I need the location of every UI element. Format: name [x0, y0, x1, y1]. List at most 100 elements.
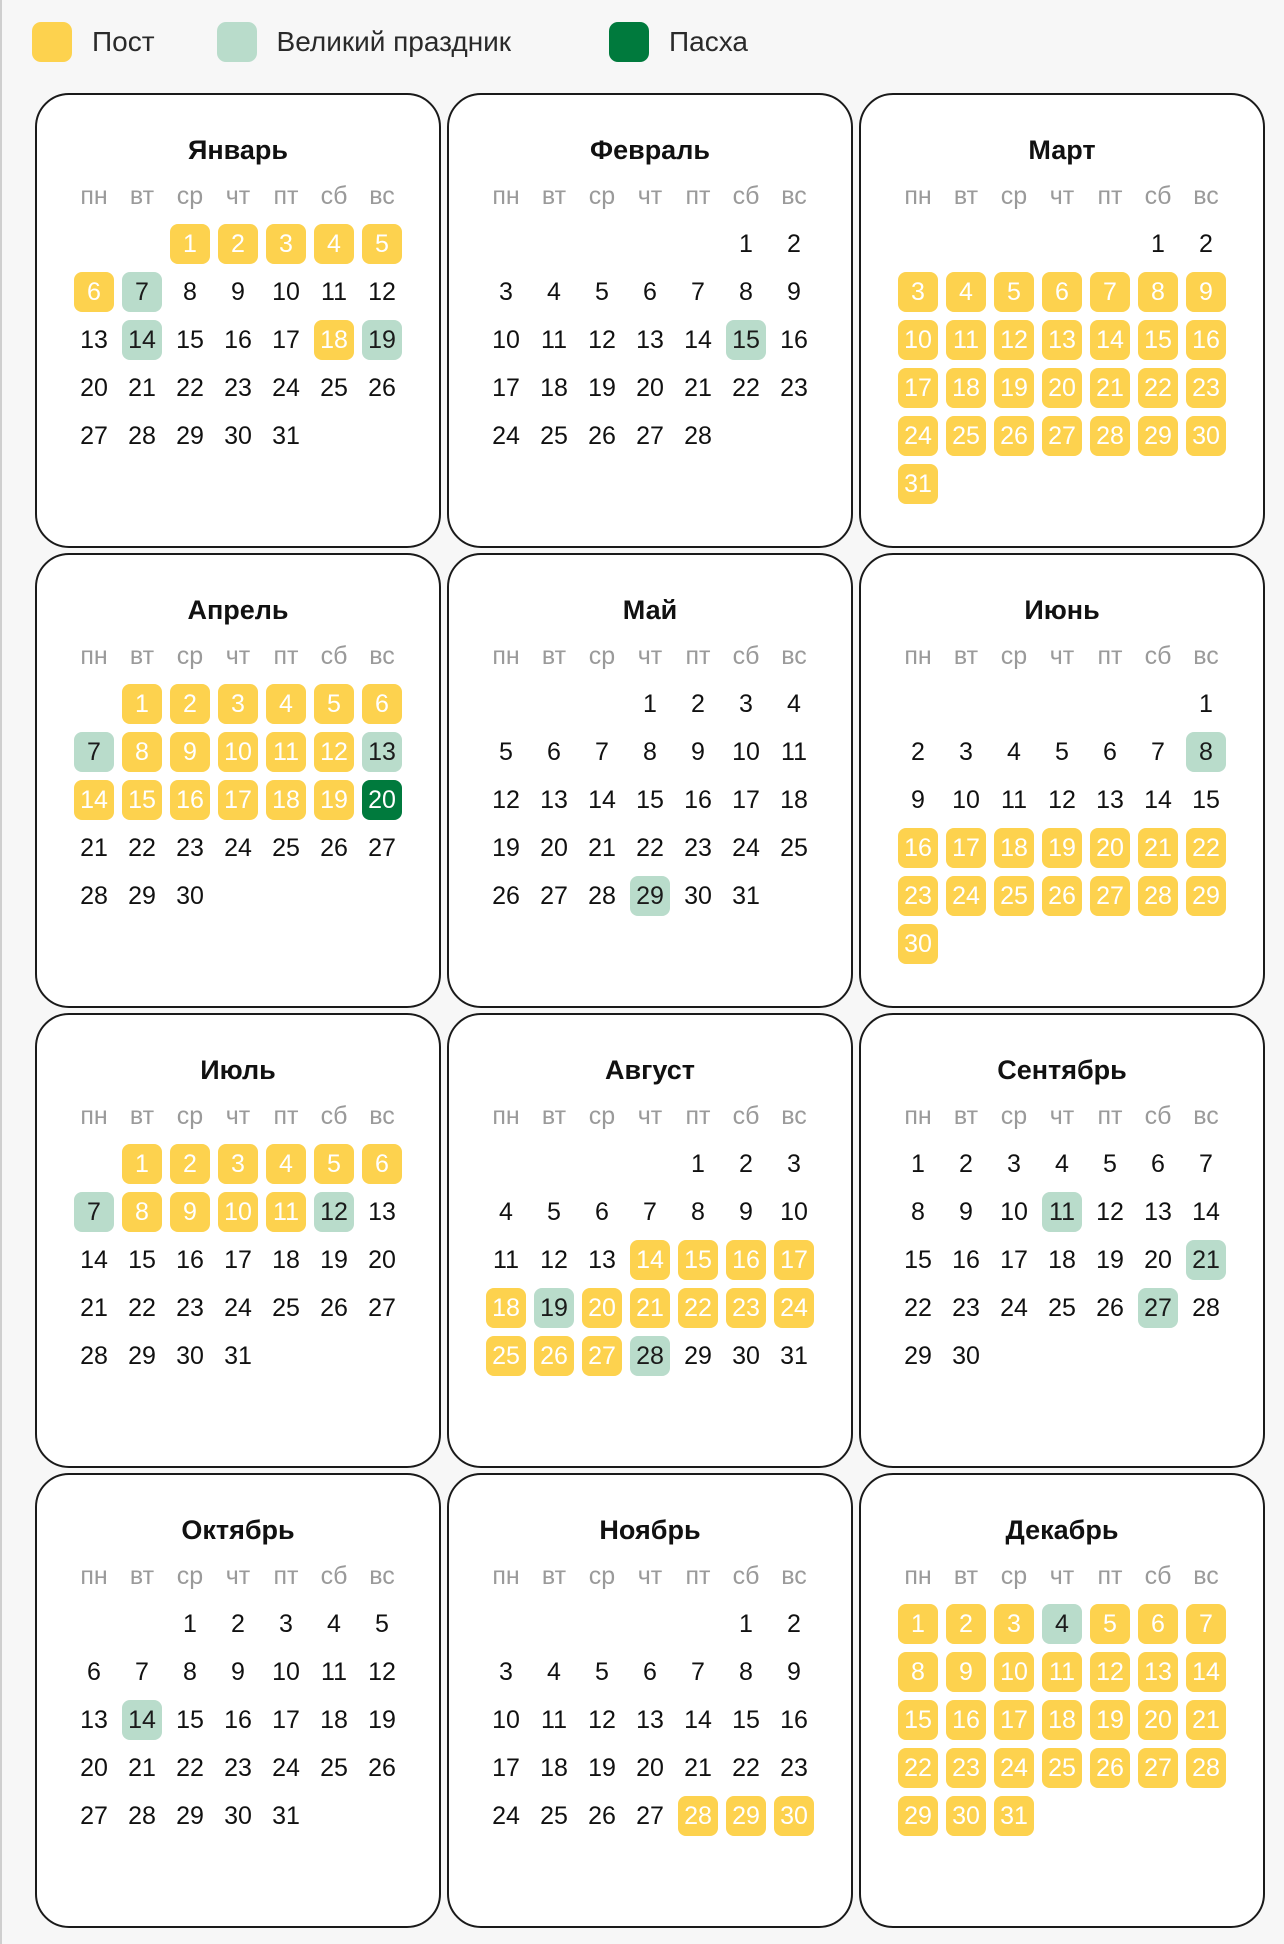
legend-label-feast: Великий праздник: [276, 26, 512, 57]
day: 23: [952, 1294, 980, 1322]
weekday-label: вт: [953, 642, 979, 670]
empty-cell: [582, 684, 622, 724]
empty-cell: [1138, 684, 1178, 724]
day: 27: [636, 1802, 664, 1830]
weekday-label: пт: [273, 642, 299, 670]
day: 1: [739, 230, 753, 258]
fast-day: 1: [170, 224, 210, 264]
fast-day: 2: [170, 1144, 210, 1184]
day: 16: [780, 326, 808, 354]
day: 6: [1103, 738, 1117, 766]
weekday-label: вт: [541, 1562, 567, 1590]
day: 4: [547, 1658, 561, 1686]
day: 19: [1096, 1246, 1124, 1274]
day: 20: [368, 1246, 396, 1274]
weekday-label: ср: [176, 642, 204, 670]
easter-day: 20: [362, 780, 402, 820]
empty-cell: [486, 1604, 526, 1644]
weekday-label: пт: [273, 182, 299, 210]
weekday-label: вт: [129, 182, 155, 210]
fast-day: 11: [266, 732, 306, 772]
day: 3: [279, 1610, 293, 1638]
weekday-label: вс: [369, 1562, 395, 1590]
day: 9: [911, 786, 925, 814]
day: 13: [80, 326, 108, 354]
fast-day: 14: [74, 780, 114, 820]
day: 2: [231, 1610, 245, 1638]
day: 20: [636, 374, 664, 402]
day: 3: [787, 1150, 801, 1178]
day: 12: [1096, 1198, 1124, 1226]
day: 11: [541, 1706, 567, 1734]
fast-day: 28: [1186, 1748, 1226, 1788]
empty-cell: [74, 1144, 114, 1184]
day: 23: [224, 1754, 252, 1782]
day: 23: [780, 1754, 808, 1782]
fast-day: 29: [1138, 416, 1178, 456]
fast-day: 27: [582, 1336, 622, 1376]
day: 2: [787, 230, 801, 258]
fast-day: 25: [946, 416, 986, 456]
day: 7: [643, 1198, 657, 1226]
legend-label-easter: Пасха: [669, 26, 749, 57]
fast-day: 26: [994, 416, 1034, 456]
weekday-label: пт: [685, 1102, 711, 1130]
weekday-label: чт: [225, 1102, 251, 1130]
weekday-label: вс: [1193, 1562, 1219, 1590]
day: 9: [231, 278, 245, 306]
fast-day: 5: [1090, 1604, 1130, 1644]
month-card: Август пн вт ср чт пт сб вс 1 2 3 4 5 6 7 8 9 10 11 12 13 14 1…: [447, 1013, 853, 1468]
weekday-label: сб: [320, 1562, 348, 1590]
fast-day: 5: [362, 224, 402, 264]
empty-cell: [994, 224, 1034, 264]
month-title: Ноябрь: [599, 1515, 701, 1545]
day: 15: [176, 1706, 204, 1734]
day: 8: [643, 738, 657, 766]
day: 24: [224, 834, 252, 862]
fast-day: 21: [1186, 1700, 1226, 1740]
day: 6: [595, 1198, 609, 1226]
day: 24: [1000, 1294, 1028, 1322]
fast-day: 16: [898, 828, 938, 868]
weekday-label: ср: [588, 1562, 616, 1590]
day: 7: [135, 1658, 149, 1686]
fast-day: 5: [314, 1144, 354, 1184]
weekday-label: пн: [80, 182, 108, 210]
weekday-label: ср: [1000, 1562, 1028, 1590]
month-title: Июль: [200, 1055, 276, 1085]
day: 7: [691, 278, 705, 306]
days-grid: пн вт ср чт пт сб вс 1 2 3 4 5 6 7 8 9 10 11 12 13 14 15 16 17 1…: [74, 176, 402, 456]
day: 31: [780, 1342, 808, 1370]
days-grid: пн вт ср чт пт сб вс 1 2 3 4 5 6 7 8 9 10 11 12 13 14 15 16 17 1…: [74, 636, 402, 916]
fast-day: 6: [74, 272, 114, 312]
fast-day: 20: [582, 1288, 622, 1328]
fast-day: 21: [630, 1288, 670, 1328]
day: 11: [781, 738, 807, 766]
day: 29: [176, 422, 204, 450]
fast-day: 23: [898, 876, 938, 916]
fast-day: 9: [1186, 272, 1226, 312]
weekday-label: вс: [781, 182, 807, 210]
day: 9: [231, 1658, 245, 1686]
weekday-label: ср: [176, 1102, 204, 1130]
day: 4: [327, 1610, 341, 1638]
day: 8: [691, 1198, 705, 1226]
legend-item-easter: Пасха: [609, 22, 748, 62]
empty-cell: [74, 1604, 114, 1644]
day: 25: [780, 834, 808, 862]
weekday-label: ср: [588, 182, 616, 210]
weekday-label: вс: [781, 1562, 807, 1590]
empty-cell: [122, 224, 162, 264]
day: 31: [224, 1342, 252, 1370]
empty-cell: [486, 224, 526, 264]
weekday-label: чт: [637, 1562, 663, 1590]
day: 8: [739, 1658, 753, 1686]
weekday-label: пн: [904, 1562, 932, 1590]
fast-day: 28: [1090, 416, 1130, 456]
day: 24: [492, 422, 520, 450]
fast-day: 18: [314, 320, 354, 360]
weekday-label: пн: [80, 1102, 108, 1130]
month-card: Декабрь пн вт ср чт пт сб вс 1 2 3 4 5 6 7 8 9 10 11 12 13 14…: [859, 1473, 1265, 1928]
fast-day: 27: [1042, 416, 1082, 456]
weekday-label: вт: [953, 1562, 979, 1590]
